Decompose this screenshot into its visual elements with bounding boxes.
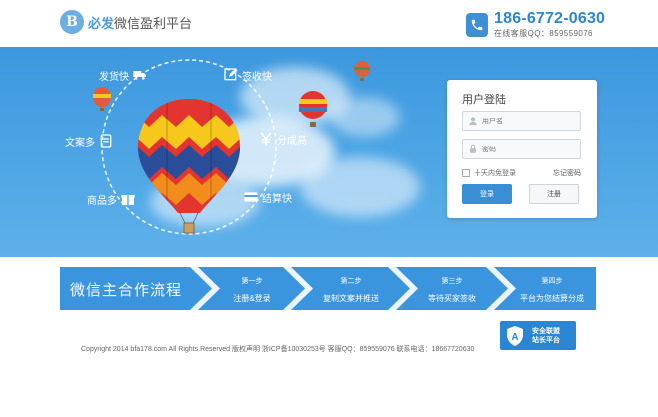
badge-line-2: 站长平台 (532, 336, 560, 344)
remember-label: 十天内免登录 (474, 170, 516, 177)
feature-label: 商品多 (87, 195, 117, 207)
step-number: 第三步 (441, 278, 463, 285)
feature-shipping: 发货快 (96, 67, 148, 83)
step-desc: 复制文案并推送 (323, 294, 379, 303)
badge-line-1: 安全联盟 (532, 327, 560, 335)
feature-copywriting: 文案多 (62, 133, 114, 149)
feature-label: 文案多 (65, 137, 95, 149)
feature-label: 签收快 (242, 71, 272, 83)
password-input[interactable] (482, 145, 578, 153)
site-header: B 必发 微信盈利平台 186-6772-0630 在线客服QQ：8595590… (0, 0, 658, 47)
step-number: 第一步 (241, 278, 263, 285)
username-input[interactable] (482, 117, 578, 125)
lock-icon (466, 142, 480, 156)
small-balloon (93, 87, 111, 111)
process-step-4: 第四步 平台为您结算分成 (508, 267, 596, 310)
phone-qq-note: 在线客服QQ：859559076 (494, 29, 593, 38)
process-step-2: 第二步 复制文案并推送 (305, 267, 397, 310)
security-alliance-badge[interactable]: A 安全联盟 站长平台 (500, 321, 576, 350)
gift-icon (121, 195, 135, 205)
feature-label: 分成高 (277, 135, 307, 147)
process-bar: 微信主合作流程 第一步 注册&登录 第二步 复制文案并推送 第三步 等待买家签收… (60, 267, 596, 310)
feature-settlement: 结算快 (243, 189, 295, 205)
process-title: 微信主合作流程 (70, 282, 183, 299)
shield-icon: A (507, 325, 523, 346)
yen-icon (260, 132, 272, 146)
contact-phone: 186-6772-0630 在线客服QQ：859559076 (466, 10, 605, 39)
user-icon (466, 114, 480, 128)
login-button[interactable]: 登录 (462, 184, 512, 204)
small-balloon (354, 61, 370, 81)
logo-mark: B (60, 10, 84, 34)
feature-label: 结算快 (262, 193, 292, 205)
shield-letter: A (511, 332, 518, 343)
step-desc: 平台为您结算分成 (520, 294, 584, 303)
phone-icon (466, 12, 488, 37)
step-desc: 注册&登录 (233, 294, 271, 303)
step-desc: 等待买家签收 (428, 294, 476, 303)
register-button[interactable]: 注册 (529, 184, 579, 204)
process-step-1: 第一步 注册&登录 (212, 267, 292, 310)
password-field[interactable] (462, 139, 581, 159)
edit-icon (224, 68, 238, 81)
step-number: 第四步 (541, 278, 563, 285)
truck-icon (133, 71, 146, 80)
step-number: 第二步 (340, 278, 362, 285)
small-balloon (299, 91, 327, 127)
process-step-3: 第三步 等待买家签收 (410, 267, 494, 310)
logo[interactable]: B 必发 微信盈利平台 (60, 10, 192, 34)
logo-subtitle: 微信盈利平台 (114, 15, 193, 31)
remember-me[interactable]: 十天内免登录 (462, 168, 516, 178)
feature-products: 商品多 (84, 191, 136, 207)
footer-copyright: Copyright 2014 bfa178.com All Rights Res… (81, 346, 475, 353)
document-icon (100, 134, 112, 148)
feature-commission: 分成高 (258, 131, 310, 147)
login-title: 用户登陆 (462, 94, 506, 106)
feature-sign: 签收快 (223, 67, 275, 83)
feature-label: 发货快 (99, 71, 129, 83)
login-panel: 用户登陆 十天内免登录 忘记密码 登录 注册 (447, 80, 597, 218)
username-field[interactable] (462, 111, 581, 131)
logo-brand: 必发 (88, 15, 115, 31)
card-icon (244, 192, 258, 202)
hot-air-balloon (138, 99, 240, 234)
remember-checkbox[interactable] (462, 169, 470, 177)
phone-number: 186-6772-0630 (494, 10, 606, 27)
forgot-password-link[interactable]: 忘记密码 (553, 168, 581, 178)
